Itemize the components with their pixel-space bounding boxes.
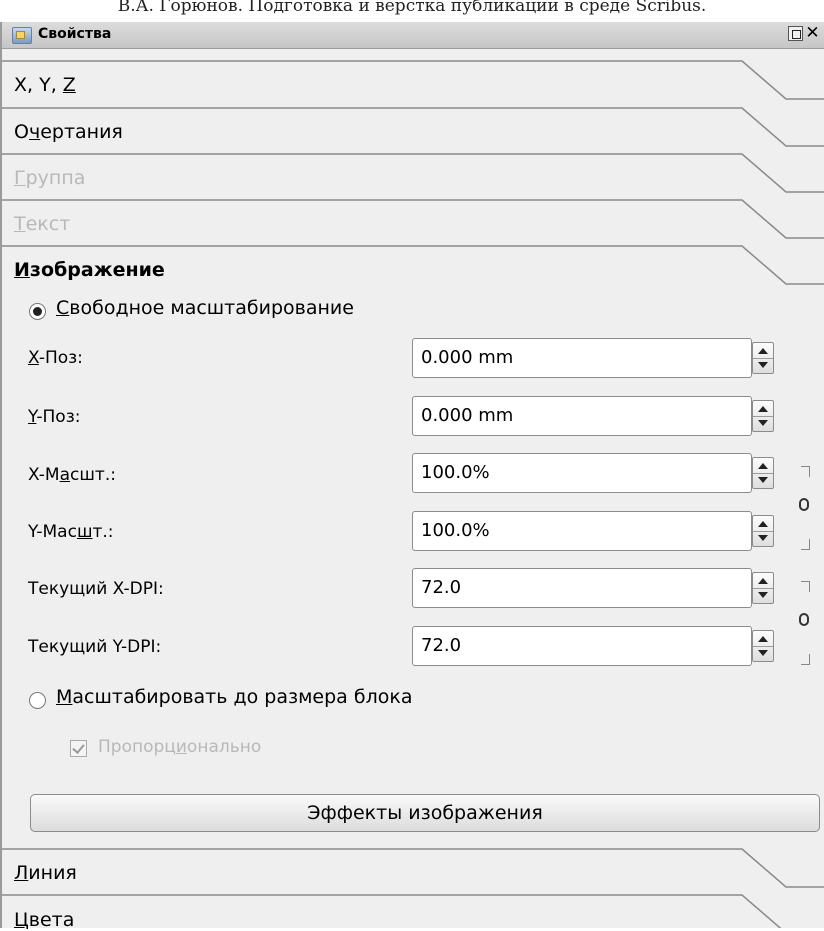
x-pos-stepper[interactable] — [752, 342, 774, 374]
y-dpi-spinbox[interactable]: 72.0 — [412, 626, 784, 666]
tab-text-label: Текст — [14, 213, 71, 235]
title-bar: Свойства ✕ — [2, 22, 824, 49]
tab-group-label: Группа — [14, 167, 86, 189]
x-dpi-stepper[interactable] — [752, 572, 774, 604]
proportional-checkbox — [70, 740, 87, 757]
free-scaling-radio[interactable] — [29, 303, 46, 320]
image-effects-button[interactable]: Эффекты изображения — [30, 794, 820, 832]
y-pos-stepper[interactable] — [752, 400, 774, 432]
y-scale-stepper[interactable] — [752, 515, 774, 547]
tab-colors[interactable]: Цвета — [2, 875, 824, 931]
x-pos-spinbox[interactable]: 0.000 mm — [412, 338, 784, 378]
window-title: Свойства — [38, 26, 112, 42]
tab-xyz[interactable]: X, Y, Z — [2, 60, 824, 106]
proportional-label: Пропорционально — [98, 737, 262, 757]
free-scaling-label[interactable]: Свободное масштабирование — [56, 297, 354, 319]
x-scale-spinbox[interactable]: 100.0% — [412, 453, 784, 493]
tab-image[interactable]: Изображение — [2, 245, 824, 291]
y-dpi-input[interactable]: 72.0 — [412, 626, 752, 666]
tab-text: Текст — [2, 199, 824, 245]
document-header: В.А. Горюнов. Подготовка и верстка публи… — [117, 0, 707, 16]
tab-image-label: Изображение — [14, 259, 165, 281]
x-scale-label: X-Масшт.: — [28, 465, 116, 485]
x-pos-label: X-Поз: — [28, 348, 83, 368]
x-pos-input[interactable]: 0.000 mm — [412, 338, 752, 378]
tab-group: Группа — [2, 153, 824, 199]
y-dpi-label: Текущий Y-DPI: — [28, 637, 162, 657]
chain-link-icon — [799, 498, 809, 511]
y-pos-input[interactable]: 0.000 mm — [412, 396, 752, 436]
x-dpi-label: Текущий X-DPI: — [28, 579, 164, 599]
x-scale-stepper[interactable] — [752, 457, 774, 489]
chain-link-icon — [799, 613, 809, 626]
tab-shape-label: Очертания — [14, 121, 123, 143]
y-scale-input[interactable]: 100.0% — [412, 511, 752, 551]
y-pos-label: Y-Поз: — [28, 407, 81, 427]
proportional-row: Пропорционально — [2, 737, 402, 764]
fit-frame-radio[interactable] — [29, 692, 46, 709]
y-pos-spinbox[interactable]: 0.000 mm — [412, 396, 784, 436]
tab-shape[interactable]: Очертания — [2, 107, 824, 153]
scale-link-toggle[interactable] — [797, 466, 817, 550]
y-scale-label: Y-Масшт.: — [28, 522, 114, 542]
x-dpi-input[interactable]: 72.0 — [412, 568, 752, 608]
scribus-icon — [12, 27, 32, 44]
y-dpi-stepper[interactable] — [752, 630, 774, 662]
float-button[interactable] — [788, 26, 803, 41]
close-button[interactable]: ✕ — [805, 25, 820, 42]
properties-panel: Свойства ✕ X, Y, Z Очертания Группа Текс… — [0, 22, 824, 931]
y-scale-spinbox[interactable]: 100.0% — [412, 511, 784, 551]
fit-frame-label[interactable]: Масштабировать до размера блока — [56, 686, 412, 708]
tab-xyz-label: X, Y, Z — [14, 74, 76, 96]
dpi-link-toggle[interactable] — [797, 581, 817, 665]
x-scale-input[interactable]: 100.0% — [412, 453, 752, 493]
x-dpi-spinbox[interactable]: 72.0 — [412, 568, 784, 608]
